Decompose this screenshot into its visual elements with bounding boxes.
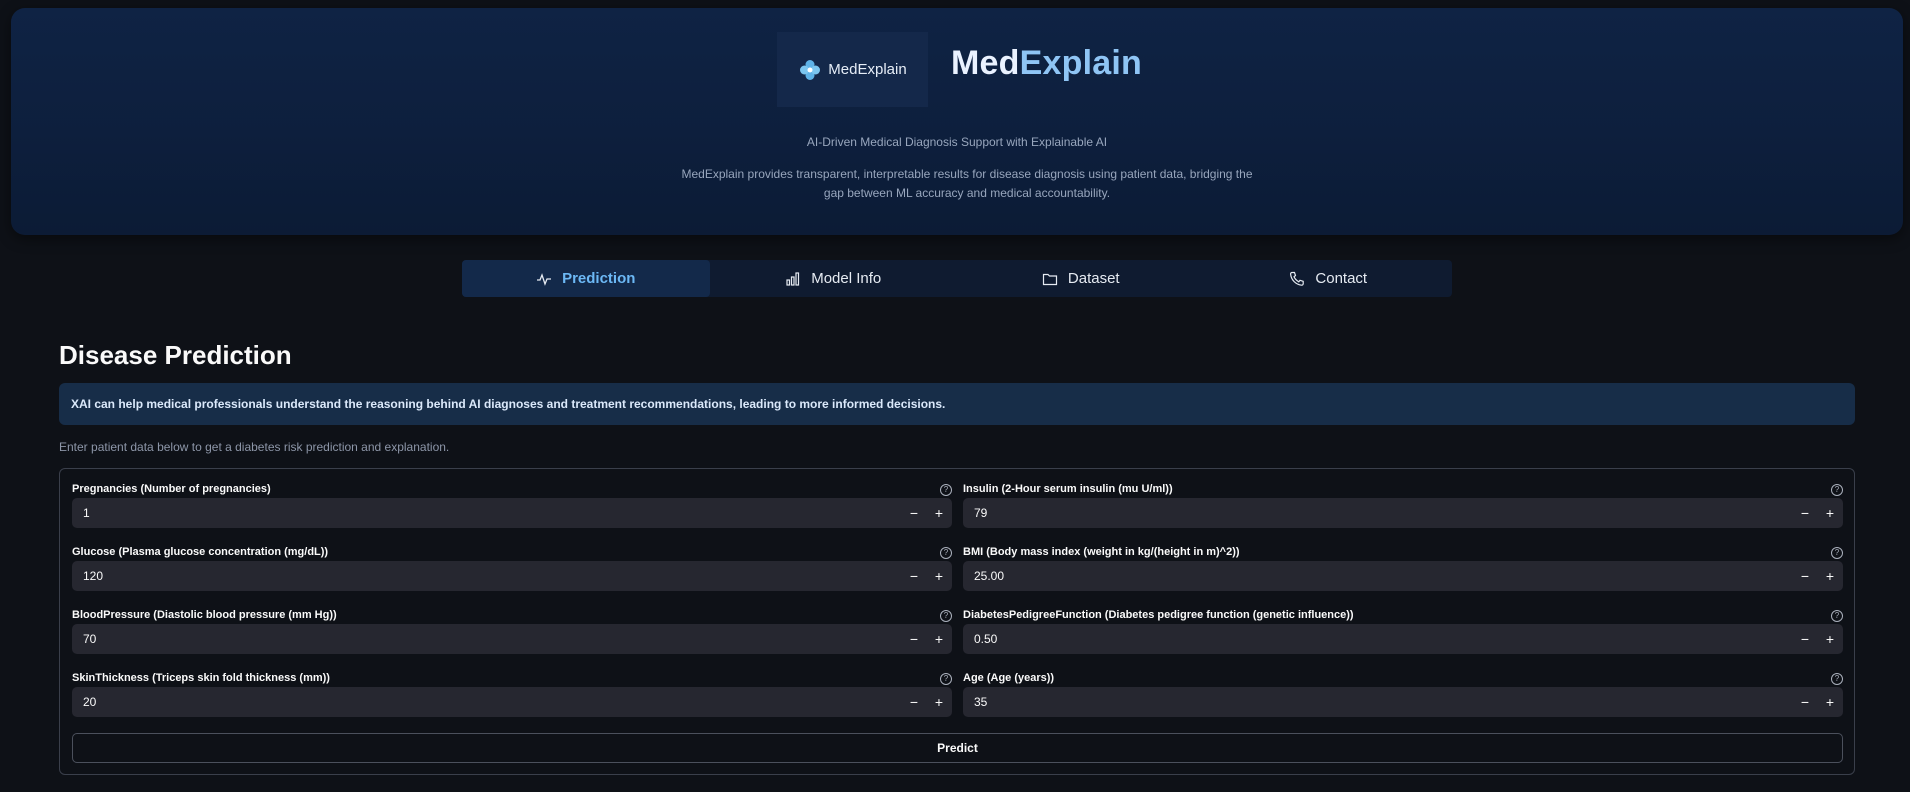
number-input-box: 25.00 − + xyxy=(963,561,1843,591)
decrement-button[interactable]: − xyxy=(905,630,923,648)
number-input-box: 120 − + xyxy=(72,561,952,591)
app-title-part1: Med xyxy=(951,44,1020,82)
field-label: Pregnancies (Number of pregnancies) xyxy=(72,483,271,495)
number-input-box: 70 − + xyxy=(72,624,952,654)
app-title: MedExplain xyxy=(951,44,1142,83)
blood-pressure-input[interactable]: 70 xyxy=(83,632,783,646)
instructions-text: Enter patient data below to get a diabet… xyxy=(59,440,450,454)
insulin-input[interactable]: 79 xyxy=(974,506,1674,520)
app-description: MedExplain provides transparent, interpr… xyxy=(681,167,1253,200)
decrement-button[interactable]: − xyxy=(1796,567,1814,585)
flower-logo-icon xyxy=(800,59,821,80)
help-icon[interactable]: ? xyxy=(1831,547,1843,559)
help-icon[interactable]: ? xyxy=(1831,673,1843,685)
info-banner: XAI can help medical professionals under… xyxy=(59,383,1855,425)
patient-data-form: Pregnancies (Number of pregnancies) ? 1 … xyxy=(59,468,1855,775)
tab-label: Model Info xyxy=(811,270,882,287)
decrement-button[interactable]: − xyxy=(905,567,923,585)
increment-button[interactable]: + xyxy=(1821,567,1839,585)
age-input[interactable]: 35 xyxy=(974,695,1674,709)
field-label: DiabetesPedigreeFunction (Diabetes pedig… xyxy=(963,609,1354,621)
help-icon[interactable]: ? xyxy=(1831,610,1843,622)
number-input-box: 35 − + xyxy=(963,687,1843,717)
number-input-box: 79 − + xyxy=(963,498,1843,528)
tab-contact[interactable]: Contact xyxy=(1205,260,1453,297)
predict-button[interactable]: Predict xyxy=(72,733,1843,763)
pulse-icon xyxy=(537,272,552,286)
decrement-button[interactable]: − xyxy=(1796,504,1814,522)
phone-icon xyxy=(1290,271,1305,286)
increment-button[interactable]: + xyxy=(930,693,948,711)
increment-button[interactable]: + xyxy=(1821,693,1839,711)
increment-button[interactable]: + xyxy=(930,567,948,585)
help-icon[interactable]: ? xyxy=(1831,484,1843,496)
increment-button[interactable]: + xyxy=(1821,630,1839,648)
field-label: SkinThickness (Triceps skin fold thickne… xyxy=(72,672,330,684)
tagline: AI-Driven Medical Diagnosis Support with… xyxy=(806,135,1108,149)
decrement-button[interactable]: − xyxy=(1796,630,1814,648)
field-label: BMI (Body mass index (weight in kg/(heig… xyxy=(963,546,1240,558)
number-input-box: 1 − + xyxy=(72,498,952,528)
decrement-button[interactable]: − xyxy=(1796,693,1814,711)
field-label: Insulin (2-Hour serum insulin (mu U/ml)) xyxy=(963,483,1173,495)
number-input-box: 0.50 − + xyxy=(963,624,1843,654)
help-icon[interactable]: ? xyxy=(940,547,952,559)
increment-button[interactable]: + xyxy=(930,504,948,522)
diabetes-pedigree-input[interactable]: 0.50 xyxy=(974,632,1674,646)
pregnancies-input[interactable]: 1 xyxy=(83,506,783,520)
tab-label: Contact xyxy=(1315,270,1368,287)
increment-button[interactable]: + xyxy=(930,630,948,648)
page-title: Disease Prediction xyxy=(59,340,292,370)
increment-button[interactable]: + xyxy=(1821,504,1839,522)
tab-label: Prediction xyxy=(562,270,636,287)
tab-prediction[interactable]: Prediction xyxy=(462,260,710,297)
bar-chart-icon xyxy=(786,271,800,286)
help-icon[interactable]: ? xyxy=(940,673,952,685)
field-label: BloodPressure (Diastolic blood pressure … xyxy=(72,609,337,621)
skin-thickness-input[interactable]: 20 xyxy=(83,695,783,709)
header-banner: MedExplain MedExplain AI-Driven Medical … xyxy=(11,8,1903,235)
glucose-input[interactable]: 120 xyxy=(83,569,783,583)
tab-dataset[interactable]: Dataset xyxy=(957,260,1205,297)
logo: MedExplain xyxy=(777,32,928,107)
app-title-part2: Explain xyxy=(1019,44,1142,82)
tab-label: Dataset xyxy=(1067,270,1120,287)
help-icon[interactable]: ? xyxy=(940,610,952,622)
field-label: Age (Age (years)) xyxy=(963,672,1055,684)
number-input-box: 20 − + xyxy=(72,687,952,717)
tab-model-info[interactable]: Model Info xyxy=(710,260,958,297)
bmi-input[interactable]: 25.00 xyxy=(974,569,1674,583)
help-icon[interactable]: ? xyxy=(940,484,952,496)
folder-icon xyxy=(1042,273,1057,285)
tab-bar: Prediction Model Info Dataset Contact xyxy=(462,260,1452,297)
decrement-button[interactable]: − xyxy=(905,504,923,522)
decrement-button[interactable]: − xyxy=(905,693,923,711)
logo-text: MedExplain xyxy=(828,61,907,78)
field-label: Glucose (Plasma glucose concentration (m… xyxy=(72,546,329,558)
